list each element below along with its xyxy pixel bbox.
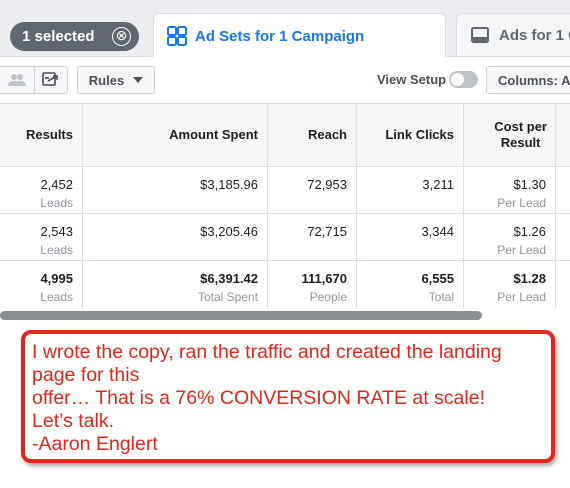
tab-ads[interactable]: Ads for 1 C xyxy=(456,13,570,56)
column-header-reach[interactable]: Reach xyxy=(268,104,357,166)
tab-ads-label: Ads for 1 C xyxy=(499,26,570,44)
column-header-results[interactable]: Results xyxy=(0,104,83,166)
audience-button[interactable] xyxy=(0,67,34,93)
table-header: Results Amount Spent Reach Link Clicks C… xyxy=(0,103,570,167)
rules-dropdown[interactable]: Rules xyxy=(77,66,155,94)
tab-ad-sets[interactable]: Ad Sets for 1 Campaign xyxy=(153,13,446,58)
ads-icon xyxy=(471,27,489,43)
toggle-knob xyxy=(451,73,464,86)
table-total-row: 4,995 Leads $6,391.42 Total Spent 111,670 P… xyxy=(0,261,570,313)
columns-dropdown[interactable]: Columns: A xyxy=(486,66,570,94)
chevron-down-icon xyxy=(133,77,144,83)
toolbar-icon-group xyxy=(0,66,68,94)
selection-count-label: 1 selected xyxy=(22,28,95,45)
columns-label: Columns: A xyxy=(498,72,570,88)
selection-pill[interactable]: 1 selected ⊗ xyxy=(10,22,139,51)
annotation-line: I wrote the copy, ran the traffic and cr… xyxy=(32,341,502,363)
tab-bar: 1 selected ⊗ Ad Sets for 1 Campaign Ads … xyxy=(0,0,570,58)
annotation-signature: -Aaron Englert xyxy=(32,433,158,455)
column-header-cost-per-result[interactable]: Cost per Result xyxy=(464,104,556,166)
ad-sets-grid-icon xyxy=(167,26,187,46)
column-header-amount-spent[interactable]: Amount Spent xyxy=(83,104,268,166)
column-header-link-clicks[interactable]: Link Clicks xyxy=(357,104,464,166)
column-header-overflow xyxy=(556,104,570,166)
edit-button[interactable] xyxy=(33,67,68,93)
annotation-line: offer… That is a 76% CONVERSION RATE at … xyxy=(32,387,485,409)
horizontal-scrollbar[interactable] xyxy=(0,311,482,320)
people-icon xyxy=(7,74,26,86)
view-setup-label: View Setup xyxy=(377,72,447,87)
table-row[interactable]: 2,452 Leads $3,185.96 72,953 3,211 $1.30 P… xyxy=(0,167,570,214)
rules-label: Rules xyxy=(88,72,125,88)
tab-ad-sets-label: Ad Sets for 1 Campaign xyxy=(195,27,365,45)
clear-selection-icon[interactable]: ⊗ xyxy=(112,27,131,46)
annotation-line: Let’s talk. xyxy=(32,410,115,432)
view-setup-toggle[interactable] xyxy=(449,71,478,88)
toolbar: Rules View Setup Columns: A xyxy=(0,58,570,102)
swap-edit-icon xyxy=(41,72,58,86)
annotation-line: page for this xyxy=(32,364,140,386)
annotation-callout: I wrote the copy, ran the traffic and cr… xyxy=(21,330,555,463)
table-row[interactable]: 2,543 Leads $3,205.46 72,715 3,344 $1.26 P… xyxy=(0,214,570,261)
